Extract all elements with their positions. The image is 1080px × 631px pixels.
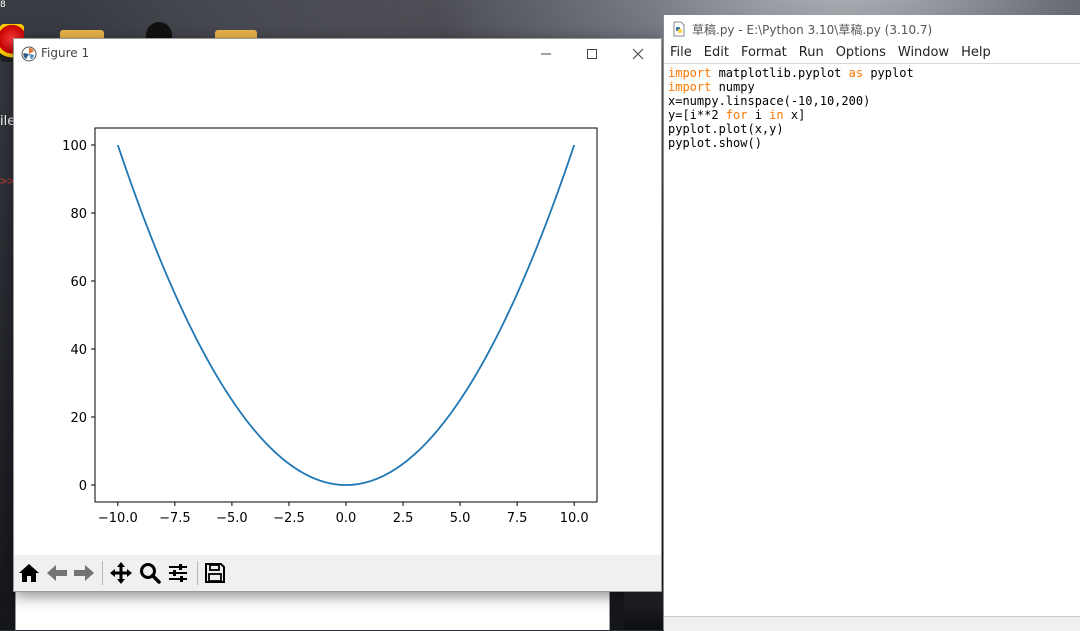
back-icon (47, 565, 67, 581)
save-icon (205, 563, 225, 583)
code-keyword: import (668, 66, 712, 80)
axes-frame (94, 127, 598, 503)
zoom-icon (140, 563, 161, 584)
save-button[interactable] (203, 561, 227, 585)
series-line (116, 144, 576, 486)
y-tick-label: 40 (70, 343, 87, 358)
idle-menubar: File Edit Format Run Options Window Help (664, 43, 1080, 64)
y-tick-label: 100 (62, 139, 87, 154)
figure-titlebar[interactable]: Figure 1 (14, 39, 661, 69)
code-token: pyplot.show() (668, 136, 762, 150)
x-tick-label: −7.5 (159, 511, 191, 526)
idle-titlebar[interactable]: 草稿.py - E:\Python 3.10\草稿.py (3.10.7) (664, 15, 1080, 43)
configure-subplots-button[interactable] (166, 561, 190, 585)
background-window (15, 590, 610, 630)
y-tick-label: 20 (70, 411, 87, 426)
pan-button[interactable] (109, 561, 133, 585)
x-tick-label: −2.5 (273, 511, 305, 526)
desktop-text-fragment: 8 (0, 0, 6, 10)
forward-button[interactable] (72, 561, 96, 585)
code-line: pyplot.plot(x,y) (668, 122, 1078, 136)
configure-subplots-icon (169, 564, 187, 582)
maximize-button[interactable] (569, 39, 615, 69)
menu-options[interactable]: Options (830, 43, 892, 63)
code-token: pyplot.plot(x,y) (668, 122, 784, 136)
code-line: pyplot.show() (668, 136, 1078, 150)
menu-format[interactable]: Format (735, 43, 793, 63)
line-chart: −10.0 −7.5 −5.0 −2.5 0.0 2.5 5.0 7.5 10.0 0 20 40 6… (62, 127, 598, 526)
x-tick-label: 7.5 (507, 511, 528, 526)
code-keyword: as (848, 66, 864, 80)
figure-title: Figure 1 (41, 46, 90, 60)
x-tick-label: −10.0 (98, 511, 138, 526)
home-icon (19, 564, 39, 582)
matplotlib-logo-icon (21, 46, 37, 62)
x-tick-label: 5.0 (450, 511, 471, 526)
code-line: y=[i**2 for i in x] (668, 108, 1078, 122)
menu-edit[interactable]: Edit (698, 43, 735, 63)
code-token: matplotlib.pyplot (711, 66, 849, 80)
menu-window[interactable]: Window (892, 43, 955, 63)
code-token: i (747, 108, 770, 122)
navigation-toolbar (14, 555, 661, 591)
minimize-button[interactable] (523, 39, 569, 69)
zoom-button[interactable] (138, 561, 162, 585)
idle-window-title: 草稿.py - E:\Python 3.10\草稿.py (3.10.7) (692, 23, 933, 37)
back-button[interactable] (45, 561, 69, 585)
status-bar (664, 616, 1080, 631)
maximize-icon (587, 49, 597, 59)
code-token: x=numpy.linspace(-10,10,200) (668, 94, 871, 108)
menu-run[interactable]: Run (793, 43, 830, 63)
code-line: import numpy (668, 80, 1078, 94)
python-file-icon (673, 21, 685, 37)
x-tick-label: 2.5 (393, 511, 414, 526)
close-icon (632, 48, 644, 60)
code-token: numpy (711, 80, 755, 94)
forward-icon (74, 565, 94, 581)
code-token: y=[i**2 (668, 108, 726, 122)
code-keyword: in (769, 108, 784, 122)
figure-window: Figure 1 −10.0 −7.5 −5.0 −2.5 0.0 2.5 5.0 7.5 10… (13, 38, 662, 592)
code-token: pyplot (863, 66, 914, 80)
pan-icon (110, 562, 132, 584)
x-tick-label: 0.0 (336, 511, 357, 526)
code-keyword: for (725, 108, 748, 122)
y-tick-label: 60 (70, 275, 87, 290)
idle-editor-window: 草稿.py - E:\Python 3.10\草稿.py (3.10.7) Fi… (663, 15, 1080, 631)
x-tick-label: 10.0 (560, 511, 589, 526)
toolbar-separator (102, 561, 103, 585)
code-line: import matplotlib.pyplot as pyplot (668, 66, 1078, 80)
code-line: x=numpy.linspace(-10,10,200) (668, 94, 1078, 108)
menu-file[interactable]: File (664, 43, 698, 63)
minimize-icon (541, 53, 551, 55)
y-tick-label: 0 (79, 479, 87, 494)
plot-canvas[interactable]: −10.0 −7.5 −5.0 −2.5 0.0 2.5 5.0 7.5 10.0 0 20 40 6… (14, 69, 661, 555)
code-keyword: import (668, 80, 712, 94)
home-button[interactable] (17, 561, 41, 585)
menu-help[interactable]: Help (955, 43, 997, 63)
close-button[interactable] (615, 39, 661, 69)
code-token: x] (783, 108, 806, 122)
x-tick-label: −5.0 (216, 511, 248, 526)
code-editor[interactable]: import matplotlib.pyplot as pyplot import… (668, 66, 1078, 614)
y-tick-label: 80 (70, 207, 87, 222)
toolbar-separator (197, 561, 198, 585)
